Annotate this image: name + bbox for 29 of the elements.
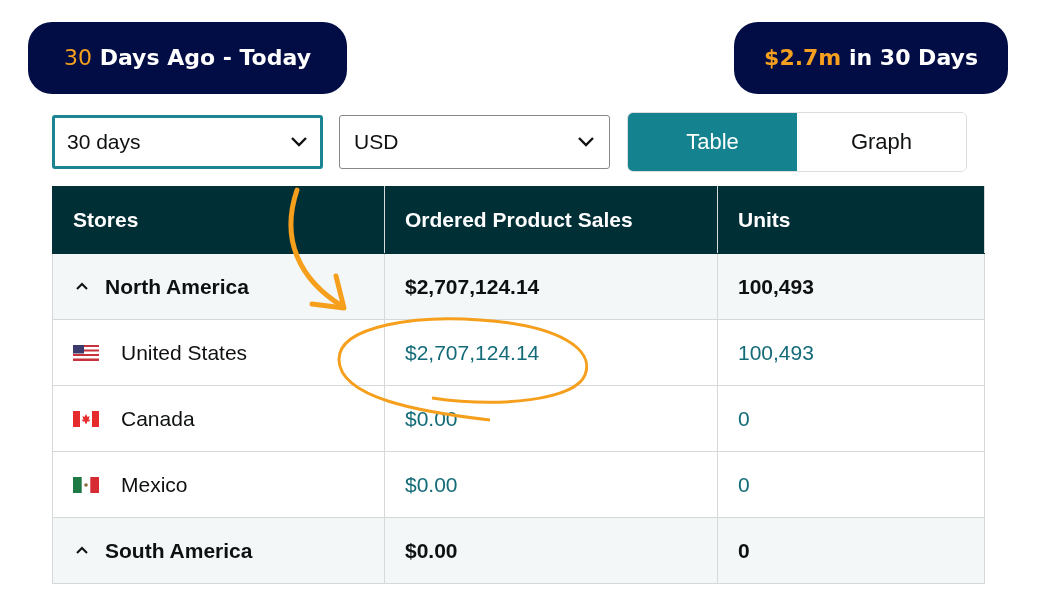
sales-link[interactable]: $2,707,124.14 bbox=[405, 340, 540, 364]
date-range-label: 30 Days Ago - Today bbox=[28, 22, 347, 94]
period-dropdown[interactable]: 30 days bbox=[52, 115, 323, 169]
units-link[interactable]: 0 bbox=[738, 406, 750, 430]
column-header: Units bbox=[738, 208, 791, 231]
country-name: Canada bbox=[121, 406, 195, 431]
chevron-up-icon[interactable] bbox=[75, 282, 89, 291]
column-header: Stores bbox=[73, 208, 139, 231]
flag-icon bbox=[73, 344, 99, 361]
view-tab[interactable]: Table bbox=[628, 113, 797, 171]
flag-icon bbox=[73, 476, 99, 493]
chevron-down-icon[interactable] bbox=[577, 136, 595, 148]
units-value: 100,493 bbox=[738, 274, 814, 298]
units-link[interactable]: 0 bbox=[738, 472, 750, 496]
sales-value: $2,707,124.14 bbox=[405, 274, 540, 298]
currency-dropdown[interactable]: USD bbox=[339, 115, 610, 169]
units-value: 0 bbox=[738, 538, 750, 562]
flag-icon bbox=[73, 410, 99, 427]
sales-summary-label: $2.7m in 30 Days bbox=[734, 22, 1008, 94]
sales-link[interactable]: $0.00 bbox=[405, 472, 458, 496]
region-name: North America bbox=[105, 274, 249, 299]
chevron-down-icon[interactable] bbox=[290, 136, 308, 148]
country-name: United States bbox=[121, 340, 248, 365]
units-link[interactable]: 100,493 bbox=[738, 340, 814, 364]
column-header: Ordered Product Sales bbox=[405, 208, 633, 231]
country-name: Mexico bbox=[121, 472, 188, 497]
sales-value: $0.00 bbox=[405, 538, 458, 562]
region-name: South America bbox=[105, 538, 253, 563]
chevron-up-icon[interactable] bbox=[75, 546, 89, 555]
